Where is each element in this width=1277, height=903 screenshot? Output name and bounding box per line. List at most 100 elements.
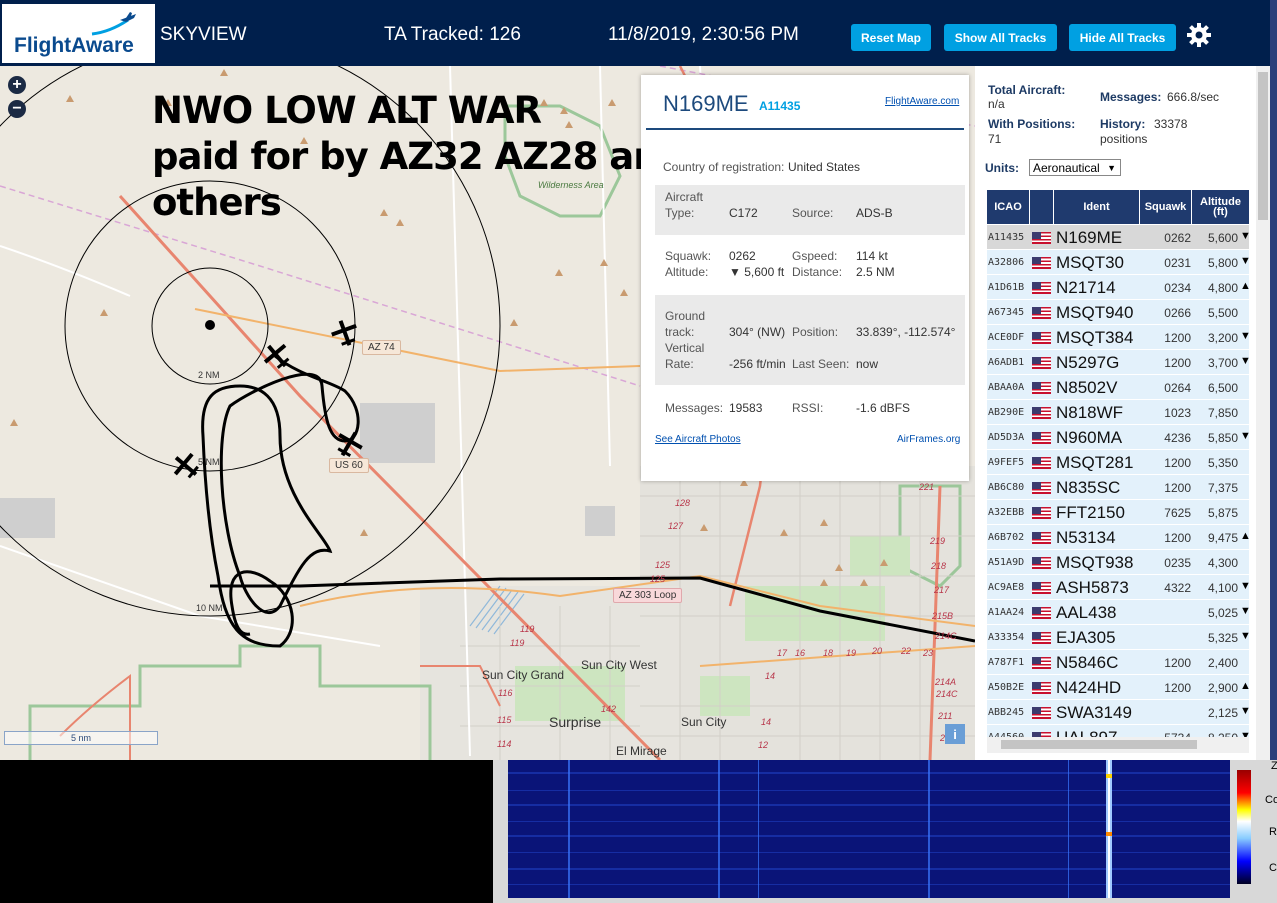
cell-altitude: 6,500 xyxy=(1207,381,1238,395)
exit-number: 19 xyxy=(846,648,857,658)
col-ident[interactable]: Ident xyxy=(1054,190,1140,224)
cell-ident: N818WF xyxy=(1056,403,1124,422)
zoom-in-button[interactable]: + xyxy=(8,76,26,94)
logo-text: FlightAware xyxy=(14,34,134,57)
cell-squawk: 0262 xyxy=(1164,231,1191,245)
cell-ident: AAL438 xyxy=(1056,603,1117,622)
table-row[interactable]: AD5D3A N960MA 4236 5,850 ▼ xyxy=(987,425,1251,450)
table-row[interactable]: A6B702 N53134 1200 9,475 ▲ xyxy=(987,525,1251,550)
aircraft-photos-link[interactable]: See Aircraft Photos xyxy=(655,434,741,445)
horizontal-scrollbar[interactable] xyxy=(987,737,1249,753)
map-scale-bar: 5 nm xyxy=(4,731,158,745)
aircraft-type-label: Aircraft Type: xyxy=(665,190,704,220)
us-flag-icon xyxy=(1032,457,1051,469)
scroll-thumb[interactable] xyxy=(1001,740,1197,749)
exit-number: 22 xyxy=(901,646,912,656)
exit-number: 214A xyxy=(935,677,957,687)
scroll-thumb[interactable] xyxy=(1258,72,1268,220)
table-row[interactable]: A51A9D MSQT938 0235 4,300 xyxy=(987,550,1249,575)
units-select[interactable]: Aeronautical ▼ xyxy=(1029,159,1121,176)
aircraft-icon[interactable] xyxy=(171,451,201,481)
tracked-count: TA Tracked: 126 xyxy=(384,24,521,45)
table-row[interactable]: AB290E N818WF 1023 7,850 xyxy=(987,400,1249,425)
table-row[interactable]: ABB245 SWA3149 2,125 ▼ xyxy=(987,700,1251,725)
aircraft-icon[interactable] xyxy=(334,429,364,459)
aircraft-list-panel: Total Aircraft: n/a Messages: 666.8/sec … xyxy=(975,66,1270,760)
table-row[interactable]: A11435 N169ME 0262 5,600 ▼ xyxy=(987,225,1251,250)
total-aircraft-value: n/a xyxy=(988,97,1005,111)
exit-number: 20 xyxy=(872,646,883,656)
table-row[interactable]: ACE0DF MSQT384 1200 3,200 ▼ xyxy=(987,325,1251,350)
table-row[interactable]: A9FEF5 MSQT281 1200 5,350 xyxy=(987,450,1249,475)
cell-altitude: 5,350 xyxy=(1207,456,1238,470)
show-all-tracks-button[interactable]: Show All Tracks xyxy=(944,24,1057,51)
aircraft-icon[interactable] xyxy=(330,318,360,348)
table-row[interactable]: A1AA24 AAL438 5,025 ▼ xyxy=(987,600,1251,625)
table-row[interactable]: A67345 MSQT940 0266 5,500 xyxy=(987,300,1249,325)
cell-icao: ACE0DF xyxy=(988,332,1025,343)
hide-all-tracks-button[interactable]: Hide All Tracks xyxy=(1069,24,1176,51)
cell-squawk: 0235 xyxy=(1164,556,1191,570)
vertical-scrollbar[interactable] xyxy=(1256,66,1270,760)
col-altitude[interactable]: Altitude (ft) xyxy=(1192,190,1249,224)
cell-icao: A787F1 xyxy=(988,657,1025,668)
table-row[interactable]: A32EBB FFT2150 7625 5,875 xyxy=(987,500,1249,525)
altitude-trend-icon: ▼ xyxy=(1240,330,1251,342)
flightaware-link[interactable]: FlightAware.com xyxy=(885,96,959,107)
side-label: C xyxy=(1269,862,1277,874)
cell-icao: A32806 xyxy=(988,257,1025,268)
units-label: Units: xyxy=(985,161,1019,175)
exit-number: 125 xyxy=(655,560,671,570)
cell-altitude: 4,100 xyxy=(1207,581,1238,595)
cell-ident: SWA3149 xyxy=(1056,703,1132,722)
exit-number: 17 xyxy=(777,648,788,658)
us-flag-icon xyxy=(1032,307,1051,319)
altitude-trend-icon: ▼ xyxy=(1240,605,1251,617)
side-label: Z xyxy=(1271,760,1277,772)
col-icao[interactable]: ICAO xyxy=(987,190,1030,224)
ground-track-label: Ground track: xyxy=(665,309,706,339)
table-row[interactable]: A1D61B N21714 0234 4,800 ▲ xyxy=(987,275,1251,300)
cell-altitude: 3,200 xyxy=(1207,331,1238,345)
exit-number: 211 xyxy=(938,711,953,721)
flightaware-logo[interactable]: FlightAware xyxy=(2,4,155,63)
cell-ident: N21714 xyxy=(1056,278,1116,297)
overlay-caption: NWO LOW ALT WAR paid for by AZ32 AZ28 an… xyxy=(152,88,685,226)
position-value: 33.839°, -112.574° xyxy=(856,325,956,339)
zoom-out-button[interactable]: − xyxy=(8,100,26,118)
airframes-link[interactable]: AirFrames.org xyxy=(897,434,960,445)
aircraft-table-body: A11435 N169ME 0262 5,600 ▼ A32806 MSQT30 0231 5… xyxy=(987,225,1251,750)
ring-label-5nm: 5 NM xyxy=(198,457,220,467)
source-label: Source: xyxy=(792,206,834,220)
cell-ident: N169ME xyxy=(1056,228,1123,247)
us-flag-icon xyxy=(1032,707,1051,719)
col-squawk[interactable]: Squawk xyxy=(1140,190,1192,224)
us-flag-icon xyxy=(1032,382,1051,394)
exit-number: 214C xyxy=(935,631,957,641)
col-flag[interactable] xyxy=(1030,190,1054,224)
table-row[interactable]: A787F1 N5846C 1200 2,400 xyxy=(987,650,1249,675)
popup-callsign: N169ME xyxy=(663,91,749,116)
table-row[interactable]: AB6C80 N835SC 1200 7,375 xyxy=(987,475,1249,500)
map-info-button[interactable]: i xyxy=(945,724,965,744)
table-row[interactable]: A6ADB1 N5297G 1200 3,700 ▼ xyxy=(987,350,1251,375)
table-row[interactable]: A33354 EJA305 5,325 ▼ xyxy=(987,625,1251,650)
table-row[interactable]: ABAA0A N8502V 0264 6,500 xyxy=(987,375,1249,400)
table-row[interactable]: A50B2E N424HD 1200 2,900 ▲ xyxy=(987,675,1251,700)
cell-squawk: 1200 xyxy=(1164,331,1191,345)
table-row[interactable]: A32806 MSQT30 0231 5,800 ▼ xyxy=(987,250,1251,275)
table-row[interactable]: AC9AE8 ASH5873 4322 4,100 ▼ xyxy=(987,575,1251,600)
cell-squawk: 1023 xyxy=(1164,406,1191,420)
exit-number: 217 xyxy=(934,585,950,595)
exit-number: 18 xyxy=(823,648,834,658)
cell-icao: A67345 xyxy=(988,307,1025,318)
gear-icon[interactable] xyxy=(1186,22,1212,48)
units-value: Aeronautical xyxy=(1033,161,1100,175)
us-flag-icon xyxy=(1032,582,1051,594)
cell-icao: A6ADB1 xyxy=(988,357,1025,368)
cell-altitude: 3,700 xyxy=(1207,356,1238,370)
distance-label: Distance: xyxy=(792,265,843,279)
aircraft-icon[interactable] xyxy=(262,341,292,371)
altitude-trend-icon: ▼ xyxy=(1240,630,1251,642)
reset-map-button[interactable]: Reset Map xyxy=(851,24,931,51)
